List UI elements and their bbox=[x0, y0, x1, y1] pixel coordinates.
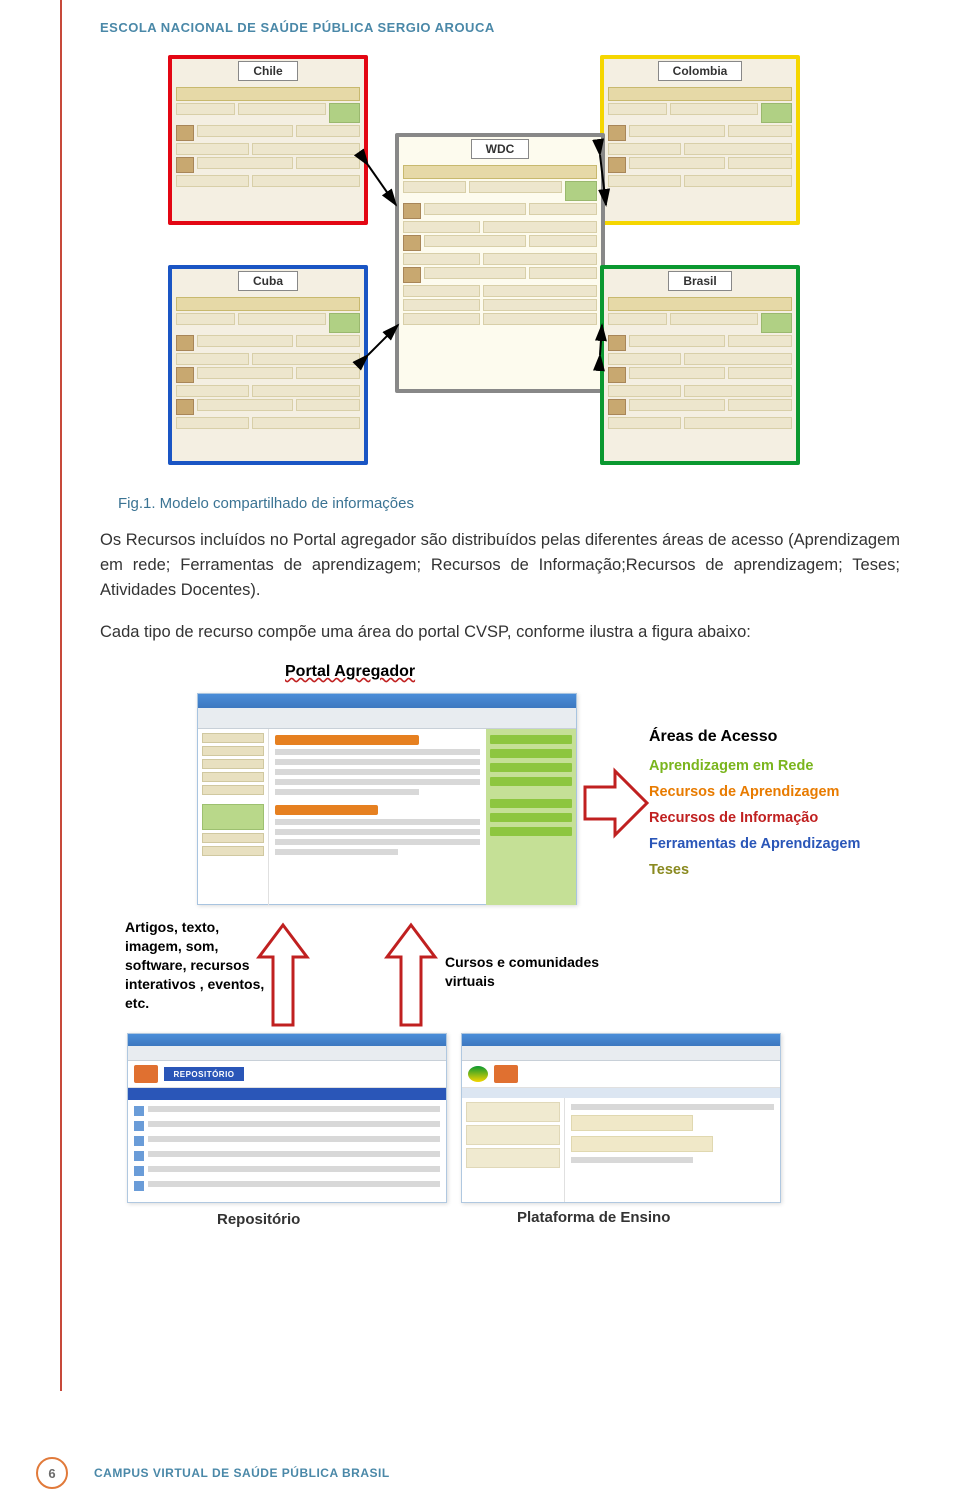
page-footer: 6 CAMPUS VIRTUAL DE SAÚDE PÚBLICA BRASIL bbox=[0, 1457, 960, 1489]
area-ferramentas: Ferramentas de Aprendizagem bbox=[649, 836, 881, 852]
area-aprendizagem-rede: Aprendizagem em Rede bbox=[649, 758, 881, 774]
figure-2-diagram: Portal Agregador bbox=[115, 663, 885, 1243]
area-recursos-informacao: Recursos de Informação bbox=[649, 810, 881, 826]
area-recursos-aprendizagem: Recursos de Aprendizagem bbox=[649, 784, 881, 800]
node-cuba: Cuba bbox=[168, 265, 368, 465]
node-label: Cuba bbox=[238, 271, 298, 291]
node-label: Chile bbox=[238, 61, 297, 81]
node-label: Colombia bbox=[658, 61, 743, 81]
plataforma-label: Plataforma de Ensino bbox=[517, 1209, 670, 1226]
figure-1-diagram: Chile Colombia WDC bbox=[140, 55, 860, 475]
node-label: Brasil bbox=[668, 271, 731, 291]
footer-text: CAMPUS VIRTUAL DE SAÚDE PÚBLICA BRASIL bbox=[94, 1466, 390, 1480]
node-brasil: Brasil bbox=[600, 265, 800, 465]
plataforma-thumbnail bbox=[461, 1033, 781, 1203]
arrow-up-icon bbox=[383, 921, 439, 1031]
portal-thumbnail bbox=[197, 693, 577, 905]
repo-badge: REPOSITÓRIO bbox=[164, 1067, 244, 1081]
artigos-caption: Artigos, texto, imagem, som, software, r… bbox=[125, 918, 265, 1012]
document-page: ESCOLA NACIONAL DE SAÚDE PÚBLICA SERGIO … bbox=[0, 0, 960, 1511]
areas-de-acesso: Áreas de Acesso Aprendizagem em Rede Rec… bbox=[649, 728, 881, 888]
node-chile: Chile bbox=[168, 55, 368, 225]
node-wdc: WDC bbox=[395, 133, 605, 393]
repositorio-label: Repositório bbox=[217, 1211, 300, 1228]
left-margin-rule bbox=[60, 0, 62, 1391]
portal-agregador-label: Portal Agregador bbox=[285, 663, 415, 681]
node-colombia: Colombia bbox=[600, 55, 800, 225]
figure-1-caption: Fig.1. Modelo compartilhado de informaçõ… bbox=[118, 495, 900, 512]
arrow-up-icon bbox=[255, 921, 311, 1031]
area-teses: Teses bbox=[649, 862, 881, 878]
body-paragraph-2: Cada tipo de recurso compõe uma área do … bbox=[100, 620, 900, 645]
page-number: 6 bbox=[36, 1457, 68, 1489]
node-label: WDC bbox=[471, 139, 530, 159]
repositorio-thumbnail: REPOSITÓRIO bbox=[127, 1033, 447, 1203]
cursos-caption: Cursos e comunidades virtuais bbox=[445, 953, 635, 991]
running-header: ESCOLA NACIONAL DE SAÚDE PÚBLICA SERGIO … bbox=[100, 20, 900, 35]
body-paragraph-1: Os Recursos incluídos no Portal agregado… bbox=[100, 528, 900, 602]
arrow-right-icon bbox=[581, 763, 651, 843]
areas-title: Áreas de Acesso bbox=[649, 728, 881, 746]
